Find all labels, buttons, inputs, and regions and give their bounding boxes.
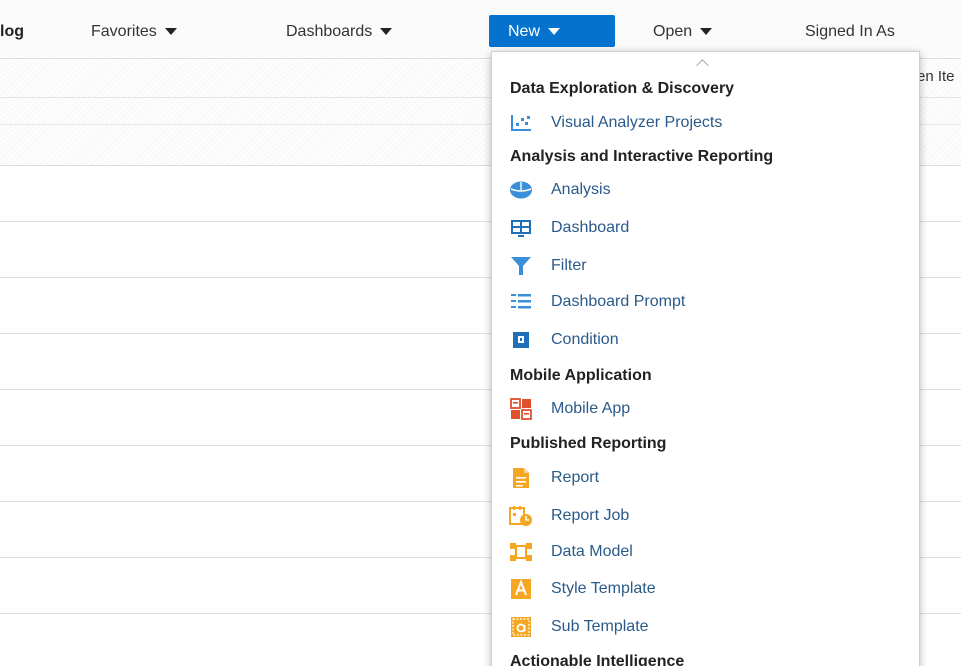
- menu-item-label: Data Model: [551, 543, 633, 560]
- menu-item-label: Dashboard Prompt: [551, 293, 686, 310]
- menu-item-label: Visual Analyzer Projects: [551, 114, 723, 131]
- menu-pointer-icon: [696, 59, 709, 72]
- menu-item-label: Mobile App: [551, 400, 631, 417]
- menu-item-label: Style Template: [551, 580, 656, 597]
- menu-item-analysis[interactable]: Analysis: [506, 175, 906, 205]
- menu-item-label: Condition: [551, 331, 619, 348]
- menu-item-label: Dashboard: [551, 219, 630, 236]
- caret-down-icon: [164, 28, 177, 36]
- menu-item-mobile-app[interactable]: Mobile App: [506, 394, 906, 424]
- nav-catalog-label: log: [0, 23, 24, 40]
- new-dropdown-menu: Data Exploration & Discovery Visual Anal…: [491, 51, 920, 666]
- style-template-icon: [509, 577, 533, 601]
- nav-dashboards-label: Dashboards: [286, 23, 373, 40]
- menu-item-dashboard-prompt[interactable]: Dashboard Prompt: [506, 287, 906, 317]
- menu-item-label: Filter: [551, 257, 587, 274]
- menu-item-label: Sub Template: [551, 618, 649, 635]
- section-published-reporting: Published Reporting: [510, 435, 667, 452]
- menu-item-label: Report: [551, 469, 600, 486]
- report-job-icon: [509, 504, 533, 528]
- visual-analyzer-icon: [509, 111, 533, 135]
- caret-down-icon: [700, 28, 713, 36]
- menu-item-style-template[interactable]: Style Template: [506, 574, 906, 604]
- menu-item-condition[interactable]: Condition: [506, 325, 906, 355]
- menu-item-label: Analysis: [551, 181, 611, 198]
- menu-item-report[interactable]: Report: [506, 463, 906, 493]
- nav-favorites-menu[interactable]: Favorites: [91, 20, 177, 44]
- nav-new-menu-button[interactable]: New: [489, 15, 615, 47]
- caret-down-icon: [548, 28, 561, 36]
- mobile-app-icon: [509, 397, 533, 421]
- nav-signed-in-as-menu[interactable]: Signed In As: [805, 20, 895, 44]
- nav-open-label: Open: [653, 23, 693, 40]
- menu-item-report-job[interactable]: Report Job: [506, 501, 906, 531]
- page: log Favorites Dashboards New Open Signed…: [0, 0, 961, 666]
- data-model-icon: [509, 540, 533, 564]
- report-icon: [509, 466, 533, 490]
- menu-item-sub-template[interactable]: Sub Template: [506, 612, 906, 642]
- filter-icon: [509, 254, 533, 278]
- nav-favorites-label: Favorites: [91, 23, 157, 40]
- section-actionable-intelligence: Actionable Intelligence: [510, 653, 685, 666]
- caret-down-icon: [380, 28, 393, 36]
- menu-item-label: Report Job: [551, 507, 630, 524]
- nav-new-label: New: [508, 23, 541, 40]
- menu-item-visual-analyzer-projects[interactable]: Visual Analyzer Projects: [506, 108, 906, 138]
- section-mobile-application: Mobile Application: [510, 367, 652, 384]
- sub-template-icon: [509, 615, 533, 639]
- menu-item-dashboard[interactable]: Dashboard: [506, 213, 906, 243]
- dashboard-prompt-icon: [509, 290, 533, 314]
- menu-item-filter[interactable]: Filter: [506, 251, 906, 281]
- nav-catalog[interactable]: log: [0, 20, 24, 44]
- section-data-exploration: Data Exploration & Discovery: [510, 80, 735, 97]
- menu-item-data-model[interactable]: Data Model: [506, 537, 906, 567]
- section-analysis-reporting: Analysis and Interactive Reporting: [510, 148, 774, 165]
- condition-icon: [509, 328, 533, 352]
- nav-open-menu[interactable]: Open: [653, 20, 713, 44]
- analysis-icon: [509, 178, 533, 202]
- nav-dashboards-menu[interactable]: Dashboards: [286, 20, 393, 44]
- toolbar-partial-text[interactable]: en Ite: [917, 68, 955, 85]
- dashboard-icon: [509, 216, 533, 240]
- nav-signed-in-label: Signed In As: [805, 23, 895, 40]
